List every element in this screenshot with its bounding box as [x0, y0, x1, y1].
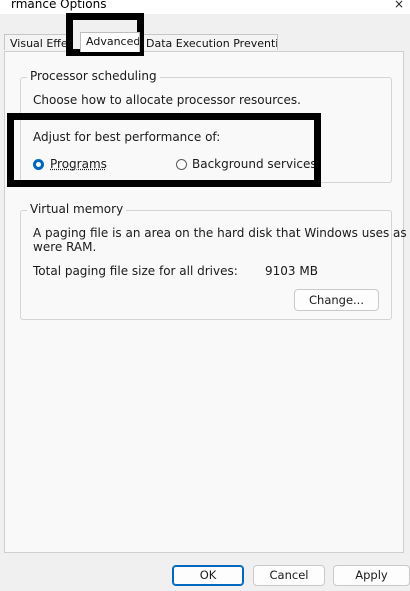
- processor-scheduling-group: Processor scheduling Choose how to alloc…: [20, 69, 392, 183]
- tab-visual-effects[interactable]: Visual Effects: [4, 34, 70, 50]
- total-paging-size-value: 9103 MB: [265, 264, 318, 278]
- tab-data-execution-prevention[interactable]: Data Execution Prevention: [140, 34, 278, 50]
- advanced-tab-panel: Processor scheduling Choose how to alloc…: [4, 51, 410, 553]
- ok-button[interactable]: OK: [172, 565, 244, 586]
- cancel-button[interactable]: Cancel: [253, 565, 325, 586]
- background-services-label: Background services: [192, 157, 317, 171]
- performance-options-window: rmance Options × Visual Effects Advanced…: [0, 0, 410, 591]
- window-title: rmance Options: [11, 0, 107, 11]
- radio-background-services[interactable]: Background services: [176, 157, 317, 173]
- virtual-memory-description-line2: were RAM.: [33, 240, 97, 254]
- tab-label: Data Execution Prevention: [146, 37, 278, 50]
- tab-advanced[interactable]: Advanced: [80, 32, 140, 52]
- radio-selected-icon: [33, 159, 44, 170]
- tab-label: Visual Effects: [10, 37, 69, 50]
- radio-programs[interactable]: Programs: [33, 157, 143, 173]
- programs-label: Programs: [50, 157, 107, 171]
- total-paging-size-label: Total paging file size for all drives:: [33, 264, 238, 278]
- virtual-memory-description-line1: A paging file is an area on the hard dis…: [33, 226, 410, 240]
- virtual-memory-group: Virtual memory A paging file is an area …: [20, 202, 410, 320]
- tab-strip: Visual Effects Advanced Data Execution P…: [4, 32, 410, 52]
- close-icon[interactable]: ×: [394, 0, 404, 11]
- processor-scheduling-legend: Processor scheduling: [27, 69, 160, 83]
- virtual-memory-legend: Virtual memory: [27, 202, 127, 216]
- adjust-performance-label: Adjust for best performance of:: [33, 130, 221, 144]
- radio-unselected-icon: [176, 159, 187, 170]
- title-bar: rmance Options ×: [0, 0, 410, 14]
- change-virtual-memory-button[interactable]: Change...: [294, 289, 379, 311]
- tab-label: Advanced: [86, 35, 140, 48]
- processor-scheduling-description: Choose how to allocate processor resourc…: [33, 93, 301, 107]
- apply-button[interactable]: Apply: [333, 565, 410, 586]
